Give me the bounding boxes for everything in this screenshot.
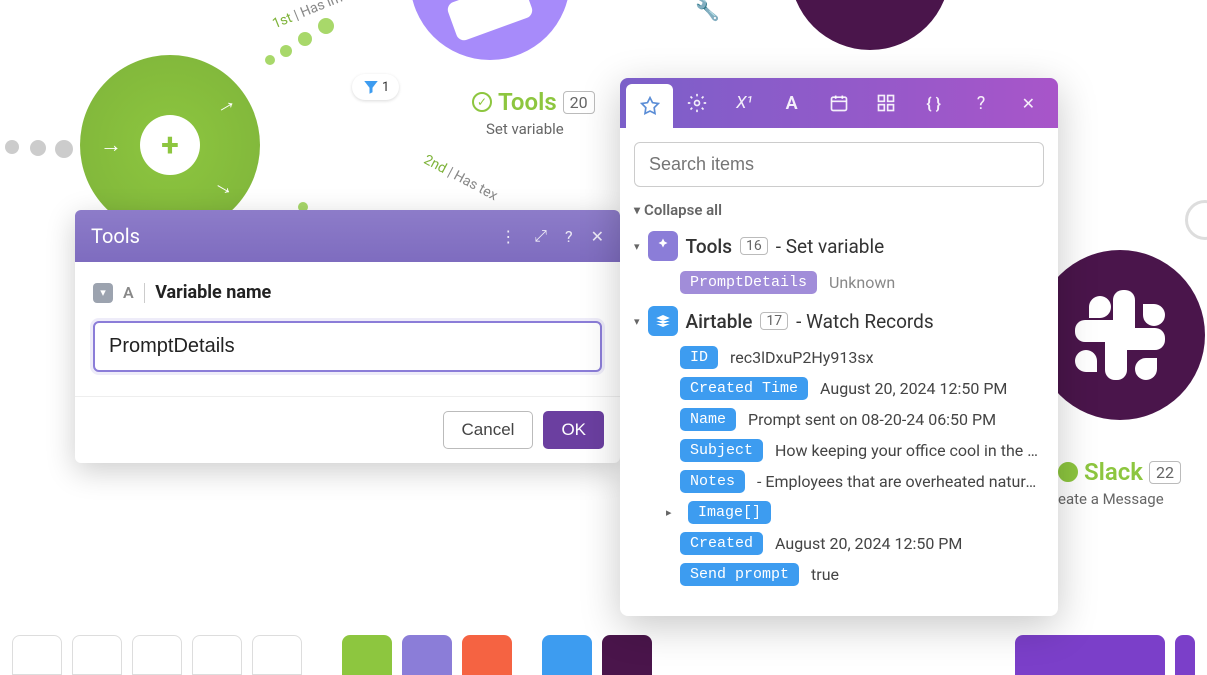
text-icon: A [786,93,798,114]
toolbar-item[interactable] [342,635,392,675]
module-group-tools: Tools 16 - Set variable PromptDetails Un… [634,231,1044,294]
grid-icon [876,93,896,113]
funnel-icon [362,78,380,96]
router-node[interactable]: → + → → [80,55,260,235]
toolbar-item[interactable] [542,635,592,675]
ok-button[interactable]: OK [543,411,604,449]
path-label-2: 2nd | Has tex [421,152,500,204]
toolbar-item[interactable] [72,635,122,675]
help-icon[interactable]: ? [565,227,573,246]
text-type-icon: A [123,283,134,302]
field-name[interactable]: Name Prompt sent on 08-20-24 06:50 PM [680,408,1044,431]
add-icon: + [140,115,200,175]
module-header-tools[interactable]: Tools 16 - Set variable [634,231,1044,261]
toolbar-run-button[interactable] [1015,635,1165,675]
picker-tabs: X¹ A { } ? ✕ [620,78,1058,128]
field-send-prompt[interactable]: Send prompt true [680,563,1044,586]
tools-node-label[interactable]: ✓ Tools 20 [472,88,595,116]
close-icon[interactable]: ✕ [591,227,604,246]
tab-date[interactable] [815,78,862,128]
filter-pill[interactable]: 1 [352,74,399,100]
search-input[interactable] [634,142,1044,187]
field-promptdetails[interactable]: PromptDetails Unknown [680,271,1044,294]
collapse-all-button[interactable]: Collapse all [634,201,1044,219]
dark-node-circle[interactable] [790,0,950,50]
slack-node-label[interactable]: Slack 22 [1058,458,1181,486]
toolbar-item[interactable] [252,635,302,675]
field-id[interactable]: ID rec3lDxuP2Hy913sx [680,346,1044,369]
math-icon: X¹ [736,93,752,113]
toolbar-item[interactable] [132,635,182,675]
path-label-1: 1st | Has imag [270,0,359,32]
airtable-module-icon [648,306,678,336]
expand-icon[interactable]: ⤢ [534,226,547,246]
tab-favorites[interactable] [626,84,673,128]
field-label: Variable name [155,282,271,303]
arrow-right-icon: → [209,169,241,203]
modal-header: Tools ⋮ ⤢ ? ✕ [75,210,620,262]
picker-close[interactable]: ✕ [1005,78,1052,128]
slack-node-subtext: eate a Message [1058,490,1164,508]
module-group-airtable: Airtable 17 - Watch Records ID rec3lDxuP… [634,306,1044,586]
more-icon[interactable]: ⋮ [500,227,516,246]
thought-bubble-icon [1185,200,1207,240]
arrow-right-icon: → [209,87,241,121]
star-icon [640,96,660,116]
field-image[interactable]: Image[] [680,501,1044,524]
module-header-airtable[interactable]: Airtable 17 - Watch Records [634,306,1044,336]
check-icon [1058,462,1078,482]
tools-module-icon [648,231,678,261]
field-created[interactable]: Created August 20, 2024 12:50 PM [680,532,1044,555]
toolbar-item[interactable] [402,635,452,675]
toolbar-item[interactable] [192,635,242,675]
picker-help[interactable]: ? [957,78,1004,128]
tools-modal: Tools ⋮ ⤢ ? ✕ ▾ A Variable name Cancel O… [75,210,620,463]
variable-name-input[interactable] [93,321,602,372]
calendar-icon [829,93,849,113]
toolbar-item[interactable] [12,635,62,675]
cancel-button[interactable]: Cancel [443,411,534,449]
tools-node-subtext: Set variable [486,120,564,138]
check-icon: ✓ [472,92,492,112]
tab-settings[interactable] [673,78,720,128]
slack-icon [1075,290,1165,380]
tab-math[interactable]: X¹ [721,78,768,128]
field-notes[interactable]: Notes - Employees that are overheated na… [680,470,1044,493]
help-icon: ? [977,93,986,114]
close-icon: ✕ [1022,94,1035,113]
tools-node-circle[interactable] [410,0,570,60]
tab-json[interactable]: { } [910,78,957,128]
slack-node[interactable] [1035,250,1205,420]
gear-icon [687,93,707,113]
toolbar-item[interactable] [462,635,512,675]
tab-array[interactable] [863,78,910,128]
modal-title: Tools [91,224,140,248]
field-subject[interactable]: Subject How keeping your office cool in … [680,439,1044,462]
toolbar-item[interactable] [602,635,652,675]
arrow-right-icon: → [100,132,122,158]
field-toggle[interactable]: ▾ [93,283,113,303]
braces-icon: { } [926,94,941,113]
tab-text[interactable]: A [768,78,815,128]
wrench-icon: 🔧 [695,0,720,22]
variable-picker-panel: X¹ A { } ? ✕ Collapse all [620,78,1058,616]
bottom-toolbar [0,629,1207,649]
field-created-time[interactable]: Created Time August 20, 2024 12:50 PM [680,377,1044,400]
toolbar-item[interactable] [1175,635,1195,675]
filter-count: 1 [382,80,389,95]
